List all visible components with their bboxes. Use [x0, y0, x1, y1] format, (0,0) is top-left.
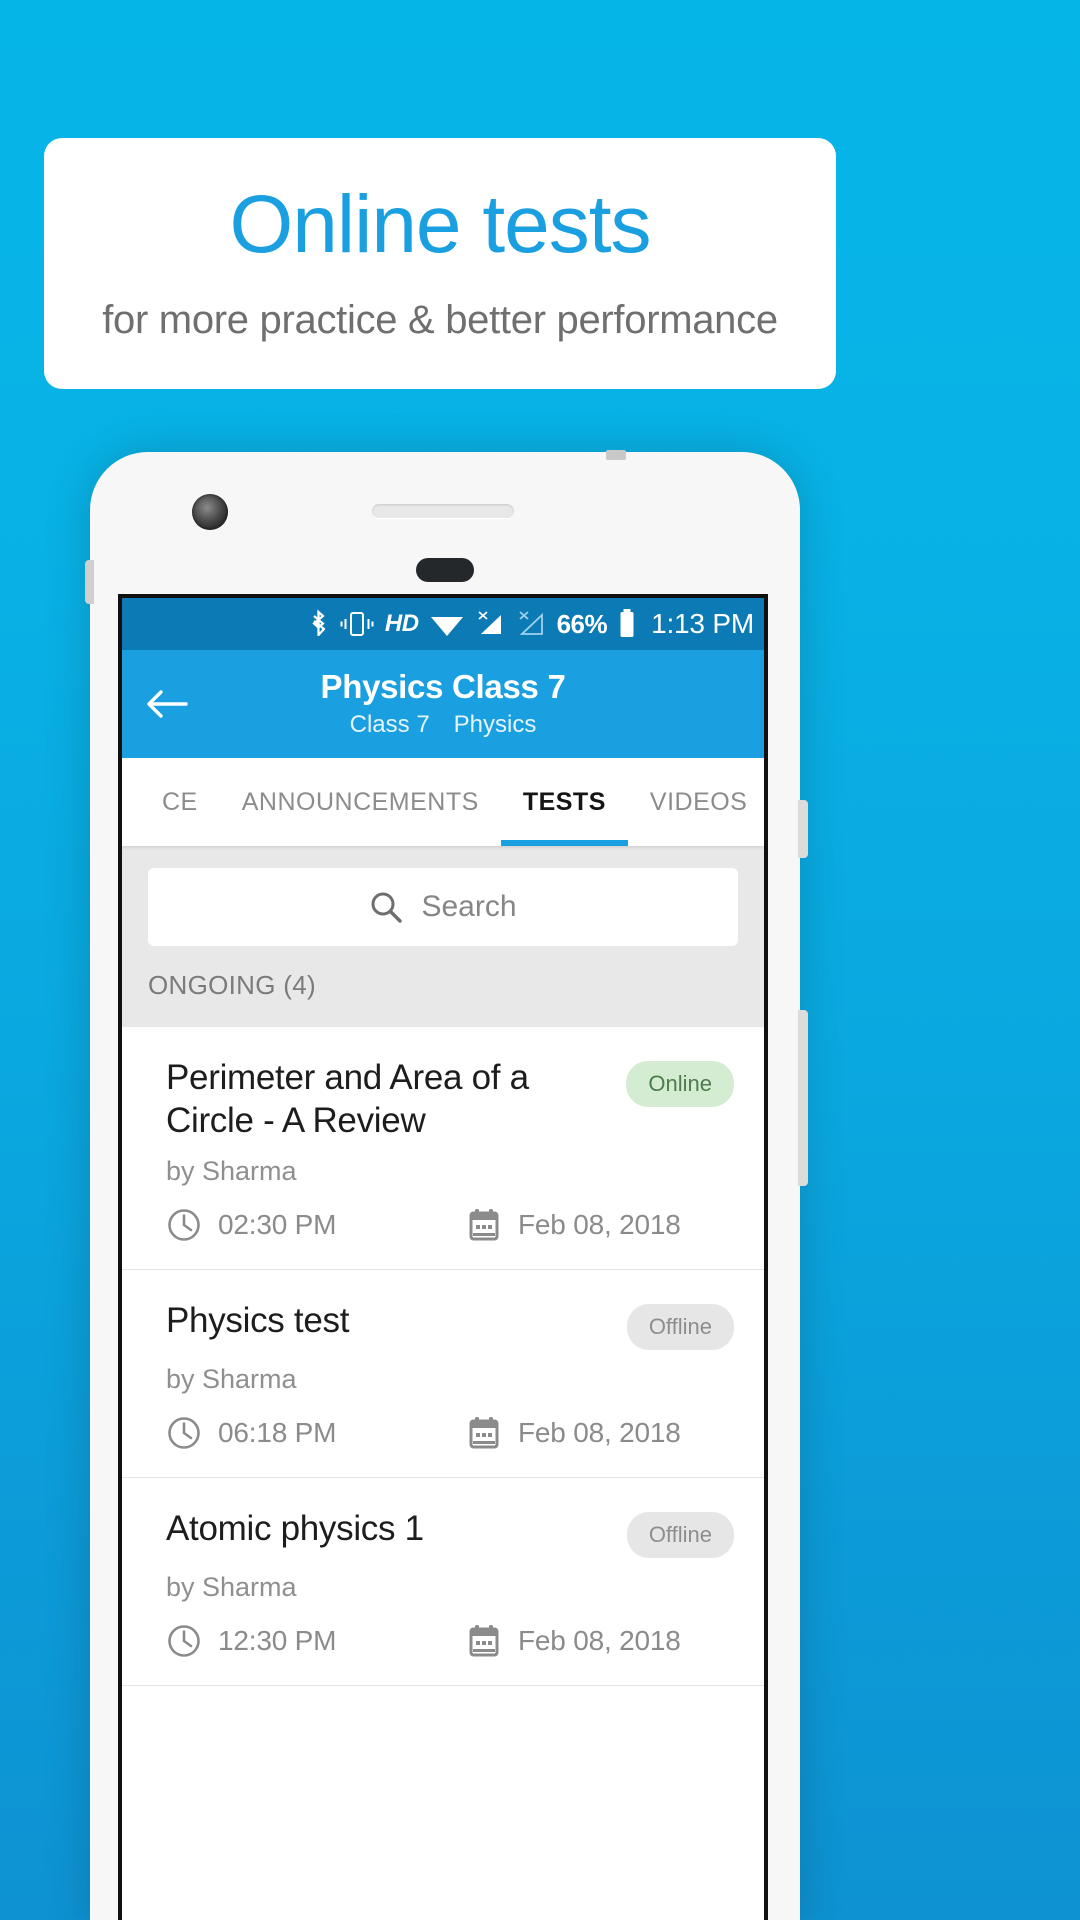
test-meta: 06:18 PM Feb 08, 2018	[166, 1415, 734, 1451]
vibrate-icon	[340, 610, 374, 638]
phone-top-nub	[606, 450, 626, 460]
test-author: by Sharma	[166, 1156, 297, 1187]
promo-tail-triangle	[410, 356, 470, 388]
bluetooth-icon	[309, 609, 329, 639]
calendar-icon	[466, 1207, 502, 1243]
test-date-label: Feb 08, 2018	[518, 1417, 681, 1449]
tab-announcements[interactable]: ANNOUNCEMENTS	[220, 758, 501, 846]
breadcrumb-class: Class 7	[349, 711, 430, 739]
breadcrumb: Class 7 Physics	[350, 711, 537, 739]
card-header: Perimeter and Area of a Circle - A Revie…	[166, 1057, 734, 1142]
calendar-icon	[466, 1623, 502, 1659]
app-bar: Physics Class 7 Class 7 Physics	[122, 650, 764, 758]
test-time-label: 02:30 PM	[218, 1209, 337, 1241]
tab-bar: CE ANNOUNCEMENTS TESTS VIDEOS	[122, 758, 764, 846]
test-meta: 12:30 PM Feb 08, 2018	[166, 1623, 734, 1659]
table-row[interactable]: Atomic physics 1 Offline by Sharma 12:30…	[122, 1478, 764, 1687]
promo-subtitle: for more practice & better performance	[102, 298, 778, 343]
status-bar: HD 66% 1:13 PM	[122, 598, 764, 650]
test-date-label: Feb 08, 2018	[518, 1625, 681, 1657]
back-arrow-icon[interactable]	[144, 681, 190, 727]
table-row[interactable]: Physics test Offline by Sharma 06:18 PM …	[122, 1270, 764, 1479]
test-date: Feb 08, 2018	[466, 1415, 681, 1451]
page-title: Physics Class 7	[320, 667, 566, 705]
phone-left-button[interactable]	[85, 560, 94, 604]
phone-power-button[interactable]	[798, 800, 808, 858]
signal-sim1-icon	[475, 610, 505, 638]
search-icon	[369, 890, 403, 924]
card-header: Physics test Offline	[166, 1300, 734, 1351]
battery-percent-label: 66%	[556, 608, 608, 639]
tab-ce[interactable]: CE	[140, 758, 220, 846]
promo-card: Online tests for more practice & better …	[44, 138, 836, 390]
battery-icon	[618, 609, 636, 639]
promo-callout: Online tests for more practice & better …	[44, 138, 836, 390]
status-badge: Offline	[626, 1512, 734, 1559]
tests-list: Perimeter and Area of a Circle - A Revie…	[122, 1027, 764, 1687]
status-badge: Online	[626, 1061, 734, 1107]
test-author: by Sharma	[166, 1364, 297, 1395]
test-title: Atomic physics 1	[166, 1509, 424, 1549]
test-date-label: Feb 08, 2018	[518, 1209, 681, 1241]
test-time: 12:30 PM	[166, 1623, 466, 1659]
test-time: 02:30 PM	[166, 1207, 466, 1243]
test-date: Feb 08, 2018	[466, 1207, 681, 1243]
test-time-label: 06:18 PM	[218, 1417, 337, 1449]
test-time-label: 12:30 PM	[218, 1625, 337, 1657]
test-title: Physics test	[166, 1301, 350, 1341]
section-header-ongoing: ONGOING (4)	[122, 970, 764, 1027]
test-time: 06:18 PM	[166, 1415, 466, 1451]
clock-icon	[166, 1415, 202, 1451]
earpiece-speaker	[372, 504, 514, 518]
breadcrumb-subject: Physics	[453, 711, 537, 739]
search-input[interactable]: Search	[148, 868, 738, 946]
test-date: Feb 08, 2018	[466, 1623, 681, 1659]
calendar-icon	[466, 1415, 502, 1451]
sensor-pill	[416, 558, 474, 582]
clock-label: 1:13 PM	[651, 608, 754, 639]
test-meta: 02:30 PM Feb 08, 2018	[166, 1207, 734, 1243]
tab-tests[interactable]: TESTS	[500, 758, 628, 846]
table-row[interactable]: Perimeter and Area of a Circle - A Revie…	[122, 1027, 764, 1271]
search-area: Search	[122, 846, 764, 970]
phone-volume-button[interactable]	[798, 1010, 808, 1186]
signal-sim2-icon	[516, 610, 546, 638]
tab-videos[interactable]: VIDEOS	[628, 758, 764, 846]
status-badge: Offline	[626, 1304, 734, 1351]
hd-icon: HD	[384, 610, 419, 637]
test-author: by Sharma	[166, 1572, 297, 1603]
phone-screen: HD 66% 1:13 PM Physics Class 7 Class 7 P…	[118, 594, 768, 1920]
promo-title: Online tests	[229, 179, 652, 270]
card-header: Atomic physics 1 Offline	[166, 1508, 734, 1559]
front-camera-icon	[192, 494, 228, 530]
clock-icon	[166, 1623, 202, 1659]
test-title: Perimeter and Area of a Circle - A Revie…	[166, 1058, 529, 1140]
search-placeholder: Search	[421, 890, 517, 923]
clock-icon	[166, 1207, 202, 1243]
wifi-icon	[430, 611, 464, 637]
